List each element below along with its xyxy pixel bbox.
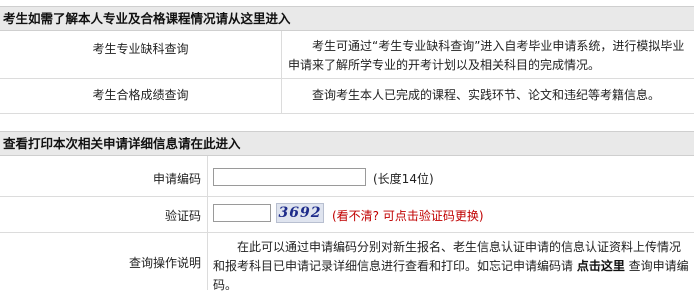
- row-divider: [0, 78, 694, 79]
- page: 考生如需了解本人专业及合格课程情况请从这里进入 考生专业缺科查询 考生可通过“考…: [0, 0, 694, 292]
- instruction-text: 在此可以通过申请编码分别对新生报名、老生信息认证申请的信息认证资料上传情况和报考…: [213, 238, 691, 295]
- column-divider: [281, 31, 282, 113]
- professional-query-description: 考生可通过“考生专业缺科查询”进入自考毕业申请系统，进行模拟毕业申请来了解所学专…: [288, 39, 685, 72]
- link-passed-scores-query[interactable]: 考生合格成绩查询: [0, 86, 281, 105]
- lookup-code-link[interactable]: 点击这里: [577, 259, 625, 273]
- section-header-application: 查看打印本次相关申请详细信息请在此进入: [0, 131, 694, 156]
- scores-query-description: 查询考生本人已完成的课程、实践环节、论文和违纪等考籍信息。: [312, 88, 661, 102]
- link-professional-missing-query[interactable]: 考生专业缺科查询: [0, 40, 281, 59]
- captcha-label: 验证码: [164, 209, 201, 223]
- row-divider: [0, 113, 694, 114]
- captcha-refresh-hint[interactable]: (看不清? 可点击验证码更换): [332, 207, 484, 224]
- application-code-hint: (长度14位): [373, 172, 434, 186]
- instruction-label: 查询操作说明: [128, 256, 201, 270]
- application-code-input[interactable]: [213, 168, 366, 186]
- column-divider: [207, 156, 208, 290]
- captcha-image[interactable]: 3692: [276, 203, 324, 223]
- row-divider: [0, 232, 694, 233]
- row-divider: [0, 196, 694, 197]
- captcha-input[interactable]: [213, 204, 271, 222]
- section-header-professional: 考生如需了解本人专业及合格课程情况请从这里进入: [0, 6, 694, 31]
- application-code-label: 申请编码: [152, 172, 201, 186]
